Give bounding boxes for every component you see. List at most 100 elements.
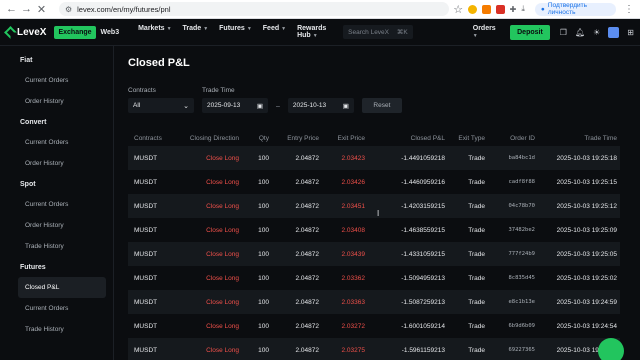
date-to-input[interactable]: 2025-10-13 ▣ xyxy=(287,98,354,113)
sidebar-item-convert-current-orders[interactable]: Current Orders xyxy=(0,132,113,153)
cell-exit-type: Trade xyxy=(468,178,485,186)
forward-icon[interactable]: → xyxy=(21,3,32,15)
deposit-button[interactable]: Deposit xyxy=(510,24,550,40)
table-row: MUSDT Close Long 100 2.04872 2.03423 -1.44910… xyxy=(128,146,620,170)
table-row: MUSDT Close Long 100 2.04872 2.03362 -1.50949… xyxy=(128,266,620,290)
cell-entry-price: 2.04872 xyxy=(272,194,322,218)
cell-entry-price: 2.04872 xyxy=(295,322,320,330)
cell-closing-direction: Close Long xyxy=(180,338,242,360)
exchange-tab[interactable]: Exchange xyxy=(54,25,96,39)
reload-icon[interactable]: ✕ xyxy=(36,3,47,16)
copy-icon[interactable]: ❐ xyxy=(560,28,567,37)
reset-button[interactable]: Reset xyxy=(361,98,402,113)
sidebar-item-spot-trade-history[interactable]: Trade History xyxy=(0,236,113,257)
cell-contract: MUSDT xyxy=(128,146,180,170)
logo-mark-icon xyxy=(4,25,17,39)
contracts-select[interactable]: All ⌄ xyxy=(128,98,194,113)
cell-exit-type: Trade xyxy=(468,274,485,282)
extension-icon[interactable] xyxy=(467,4,477,14)
cell-trade-time: 2025-10-03 19:25:09 xyxy=(556,226,617,234)
cell-entry-price: 2.04872 xyxy=(272,242,322,266)
table-row: MUSDT Close Long 100 2.04872 2.03439 -1.43310… xyxy=(128,242,620,266)
cell-contract: MUSDT xyxy=(134,322,158,330)
logo[interactable]: LeveX xyxy=(4,25,46,39)
cell-exit-price: 2.03363 xyxy=(322,290,368,314)
cell-qty: 100 xyxy=(258,226,269,234)
menu-rewards-hub[interactable]: Rewards Hub ▼ xyxy=(297,25,331,39)
address-bar[interactable]: ⚙ levex.com/en/my/futures/pnl xyxy=(58,2,449,16)
search-input[interactable]: Search LeveX ⌘K xyxy=(343,25,413,39)
date-from-input[interactable]: 2025-09-13 ▣ xyxy=(202,98,268,113)
cell-contract: MUSDT xyxy=(128,194,180,218)
sidebar-group-spot: Spot xyxy=(20,180,36,188)
cell-closing-direction: Close Long xyxy=(206,178,239,186)
calendar-icon: ▣ xyxy=(342,102,349,110)
url-text: levex.com/en/my/futures/pnl xyxy=(77,4,171,14)
col-exit-type: Exit Type xyxy=(458,134,485,142)
chevron-down-icon: ▼ xyxy=(312,33,318,39)
bell-icon[interactable]: 🔔︎ xyxy=(575,28,585,37)
orders-menu[interactable]: Orders ▼ xyxy=(473,25,500,39)
sidebar-item-fiat-order-history[interactable]: Order History xyxy=(0,91,113,112)
table-row: MUSDT Close Long 100 2.04872 2.03275 -1.59611… xyxy=(128,338,620,360)
cell-exit-type: Trade xyxy=(448,242,488,266)
sidebar-item-spot-current-orders[interactable]: Current Orders xyxy=(0,194,113,215)
cell-exit-price: 2.03362 xyxy=(341,274,366,282)
menu-feed[interactable]: Feed ▼ xyxy=(263,25,286,39)
cell-trade-time: 2025-10-03 19:25:18 xyxy=(538,146,620,170)
menu-futures[interactable]: Futures ▼ xyxy=(219,25,252,39)
menu-kebab-icon[interactable]: ⋮ xyxy=(624,4,634,15)
sidebar-item-futures-trade-history[interactable]: Trade History xyxy=(0,319,113,340)
sidebar-group-convert: Convert xyxy=(20,118,47,126)
col-entry-price: Entry Price xyxy=(287,134,319,142)
cell-contract: MUSDT xyxy=(134,178,158,186)
cell-order-id: 6b9d6b09 xyxy=(508,323,536,329)
cell-exit-price: 2.03408 xyxy=(341,226,366,234)
cell-qty: 100 xyxy=(258,322,269,330)
sidebar: Fiat Current Orders Order History Conver… xyxy=(0,46,114,360)
back-icon[interactable]: ← xyxy=(6,3,17,15)
cell-order-id: 69227365 xyxy=(488,338,538,360)
sidebar-item-convert-order-history[interactable]: Order History xyxy=(0,153,113,174)
sidebar-item-futures-closed-pnl[interactable]: Closed P&L xyxy=(18,277,106,298)
sidebar-group-futures: Futures xyxy=(20,263,46,271)
extensions-bar: ✚ ⤓ xyxy=(467,4,525,14)
cell-closed-pnl: -1.5087259213 xyxy=(368,290,448,314)
bookmark-star-icon[interactable]: ☆ xyxy=(453,3,464,16)
menu-markets[interactable]: Markets ▼ xyxy=(138,25,171,39)
sidebar-item-fiat-current-orders[interactable]: Current Orders xyxy=(0,70,113,91)
cell-contract: MUSDT xyxy=(128,338,180,360)
cell-trade-time: 2025-10-03 19:24:59 xyxy=(538,290,620,314)
menu-trade[interactable]: Trade ▼ xyxy=(183,25,209,39)
chevron-down-icon: ⌄ xyxy=(183,102,189,110)
puzzle-icon[interactable]: ✚ xyxy=(510,5,517,14)
web3-tab[interactable]: Web3 xyxy=(96,26,125,39)
profile-label: Подтвердить личность xyxy=(547,2,587,16)
col-trade-time: Trade Time xyxy=(584,134,617,142)
page-title: Closed P&L xyxy=(128,57,190,69)
profile-button[interactable]: ● Подтвердить личность xyxy=(534,2,616,16)
filters: Contracts All ⌄ Trade Time 2025-09-13 ▣ … xyxy=(128,87,626,113)
chevron-down-icon: ▼ xyxy=(203,26,209,32)
chat-support-button[interactable] xyxy=(598,338,624,360)
cell-entry-price: 2.04872 xyxy=(272,290,322,314)
cell-trade-time: 2025-10-03 19:25:05 xyxy=(538,242,620,266)
extension-icon[interactable] xyxy=(495,4,505,14)
cell-entry-price: 2.04872 xyxy=(272,338,322,360)
cell-exit-price: 2.03423 xyxy=(322,146,368,170)
sidebar-item-futures-current-orders[interactable]: Current Orders xyxy=(0,298,113,319)
cell-contract: MUSDT xyxy=(134,274,158,282)
chevron-down-icon: ▼ xyxy=(472,33,478,39)
chevron-down-icon: ▼ xyxy=(166,26,172,32)
cell-entry-price: 2.04872 xyxy=(295,274,320,282)
cell-closing-direction: Close Long xyxy=(180,290,242,314)
sun-icon[interactable]: ☀ xyxy=(593,28,600,37)
sidebar-item-spot-order-history[interactable]: Order History xyxy=(0,215,113,236)
site-info-icon[interactable]: ⚙ xyxy=(65,5,72,14)
apps-grid-icon[interactable]: ⊞ xyxy=(627,28,634,37)
cell-exit-price: 2.03451 xyxy=(322,194,368,218)
cell-closed-pnl: -1.4331059215 xyxy=(368,242,448,266)
download-icon[interactable]: ⤓ xyxy=(521,4,525,14)
extension-icon[interactable] xyxy=(481,4,491,14)
avatar[interactable] xyxy=(608,26,620,38)
